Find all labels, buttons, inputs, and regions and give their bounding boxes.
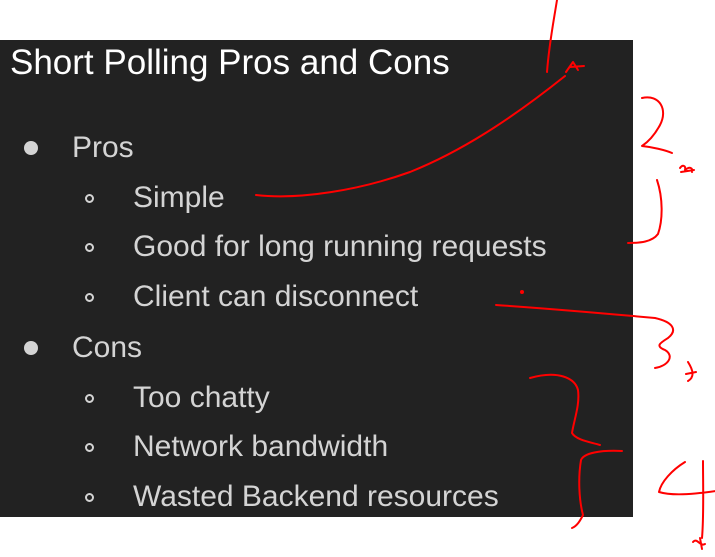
ink-dot: [520, 290, 524, 294]
ink-bracket-cons-lower: [571, 449, 623, 529]
ink-mark-3: [685, 361, 697, 382]
ink-bracket-pros: [627, 179, 663, 244]
ink-mark-4: [692, 537, 706, 550]
ink-underline-client: [495, 304, 675, 369]
ink-underline-simple: [255, 75, 566, 198]
ink-bracket-4: [658, 460, 715, 539]
ink-stroke-top: [546, 0, 558, 73]
ink-bracket-cons: [529, 373, 601, 446]
ink-bracket-2: [641, 96, 673, 154]
ink-annotations: [255, 0, 715, 550]
ink-mark-1: [565, 61, 585, 73]
ink-mark-2: [679, 164, 695, 173]
